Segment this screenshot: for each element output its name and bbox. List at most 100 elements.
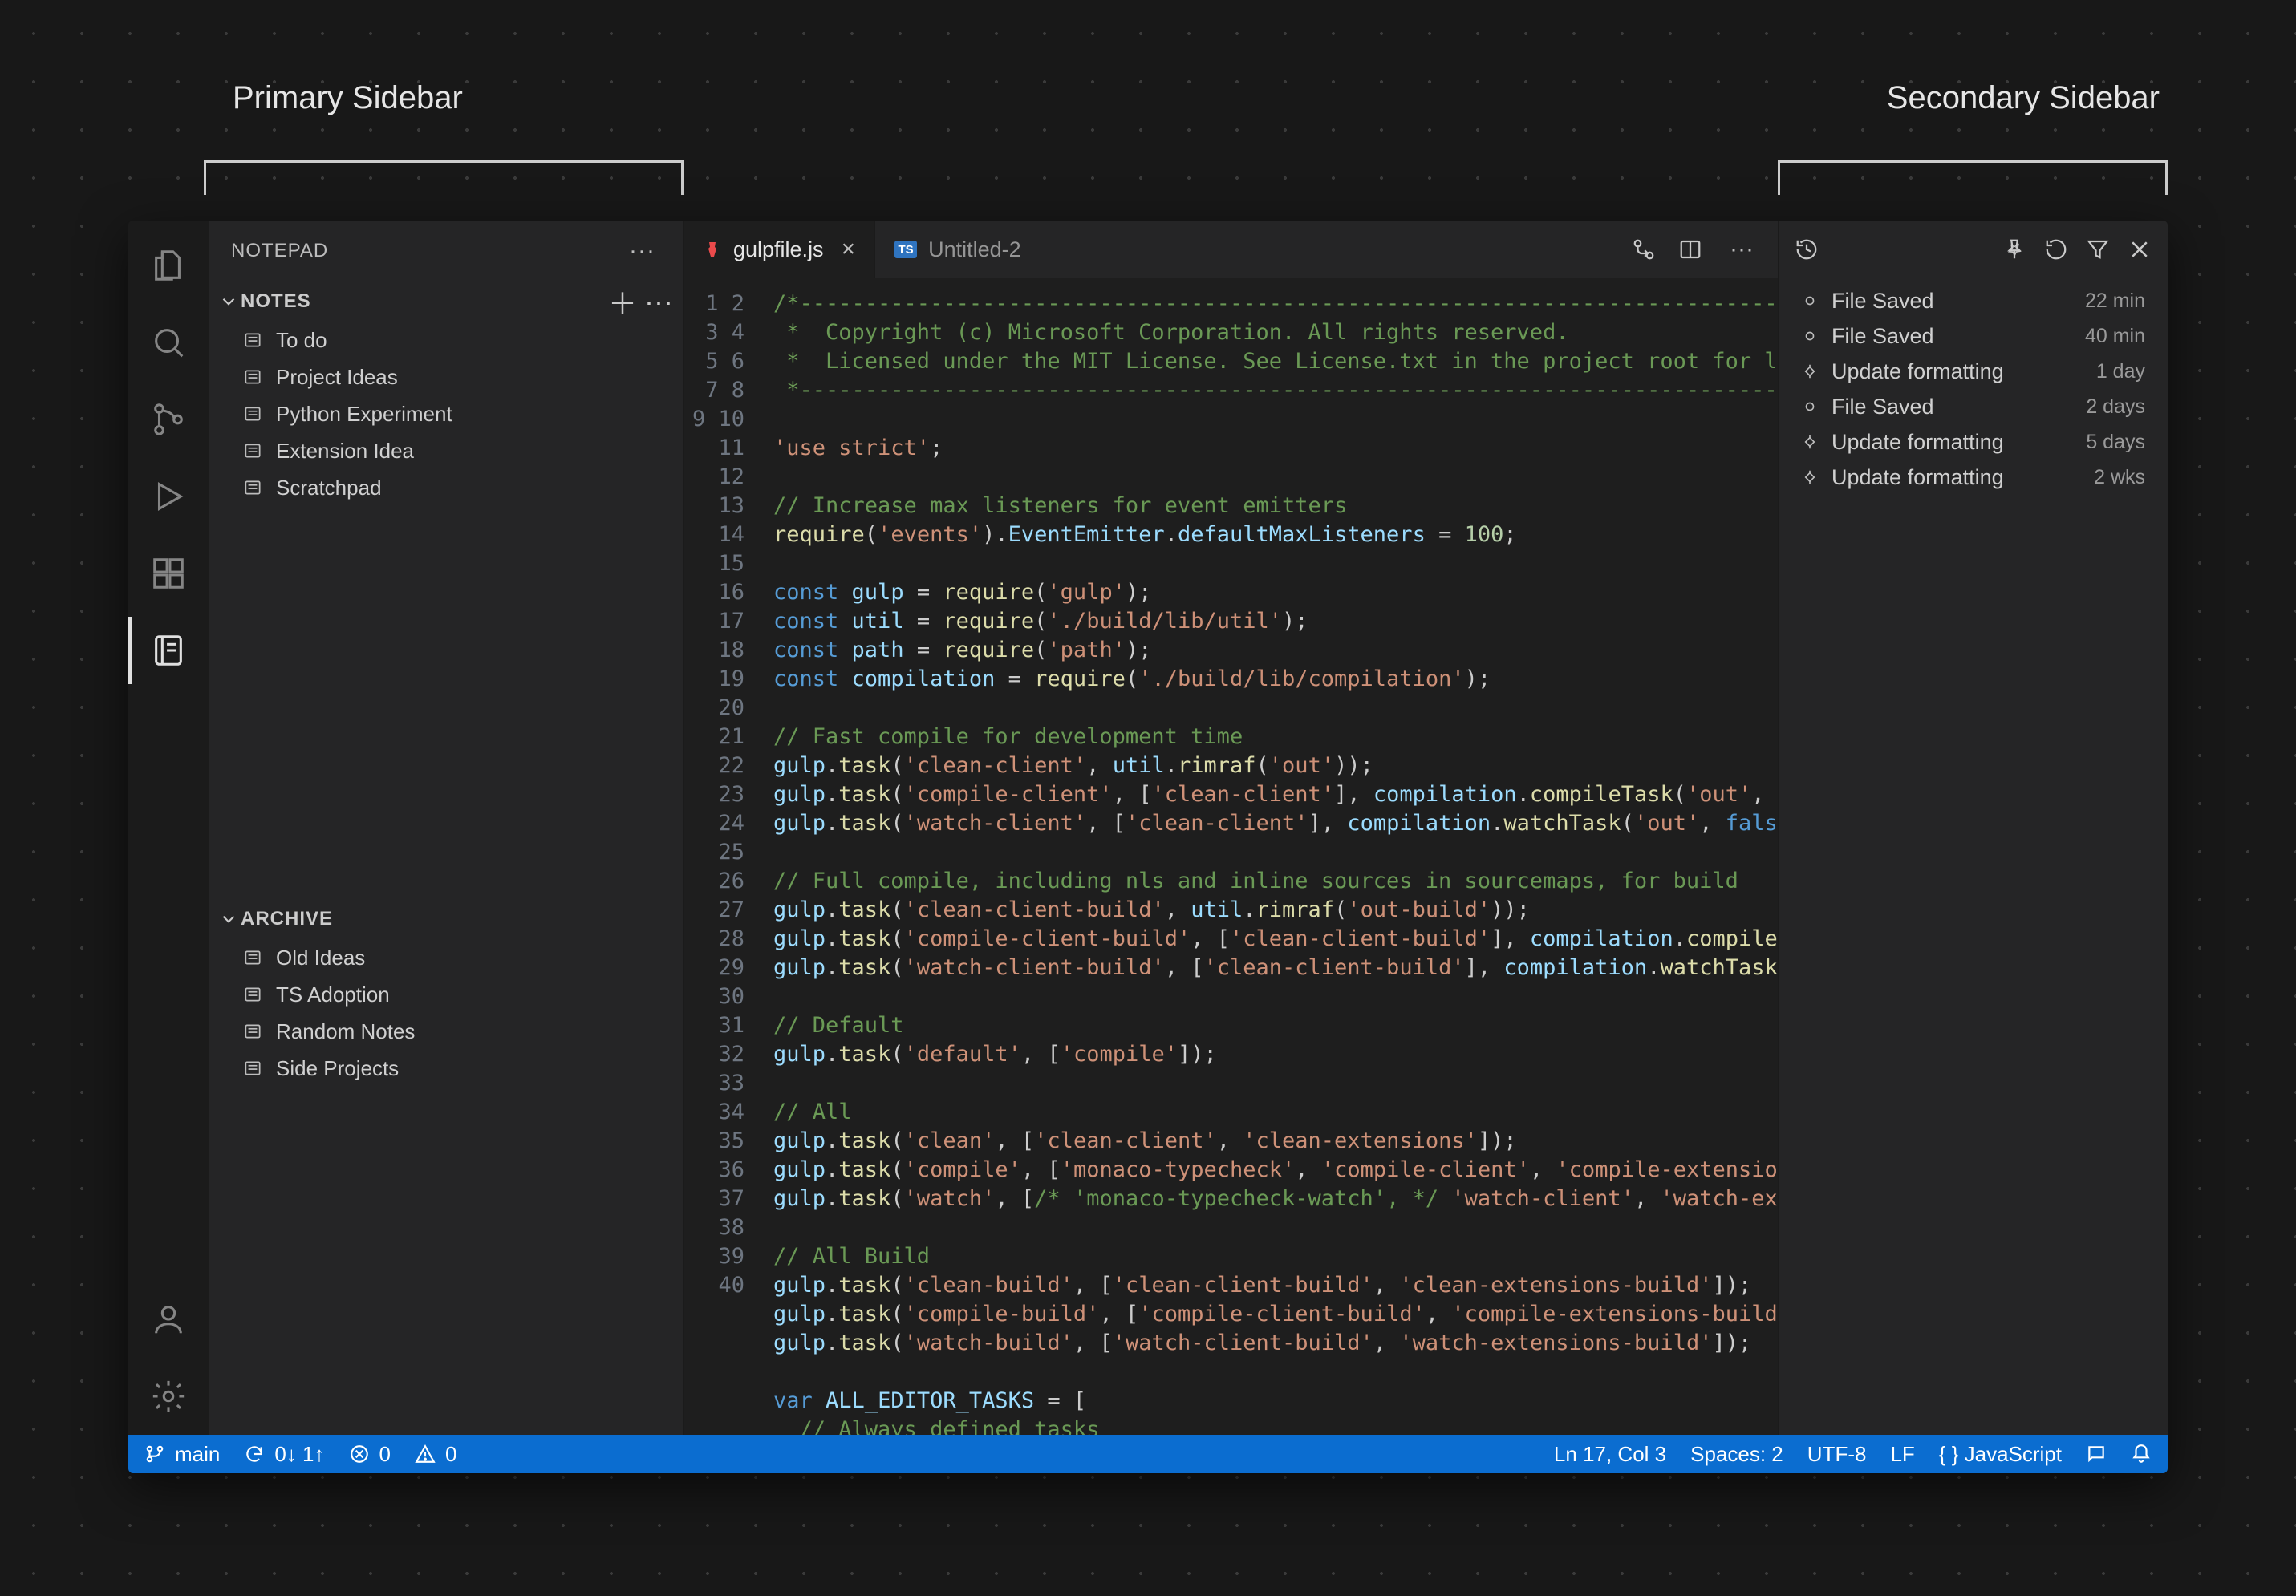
split-editor-icon[interactable] [1678, 237, 1702, 261]
timeline-label: File Saved [1832, 289, 1934, 314]
timeline-when: 40 min [2085, 325, 2145, 348]
status-branch[interactable]: main [144, 1442, 220, 1467]
note-icon [242, 403, 265, 424]
timeline-item[interactable]: File Saved 40 min [1779, 318, 2168, 354]
section-title: ARCHIVE [241, 908, 333, 930]
list-item[interactable]: TS Adoption [209, 976, 683, 1013]
sidebar-title: NOTEPAD [231, 240, 328, 262]
extensions-icon[interactable] [128, 535, 209, 612]
secondary-sidebar: File Saved 22 min File Saved 40 min Update f… [1778, 221, 2168, 1435]
list-item[interactable]: Extension Idea [209, 432, 683, 469]
list-item-label: Side Projects [276, 1056, 399, 1081]
list-item-label: To do [276, 328, 327, 353]
close-icon[interactable] [2128, 237, 2152, 261]
tab-more-icon[interactable]: ··· [1725, 236, 1759, 263]
list-item-label: Extension Idea [276, 439, 414, 464]
section-header[interactable]: NOTES ＋··· [209, 282, 683, 322]
commit-icon [1801, 470, 1819, 484]
compare-changes-icon[interactable] [1632, 237, 1656, 261]
list-item[interactable]: To do [209, 322, 683, 358]
close-icon[interactable]: × [842, 236, 856, 263]
sidebar-title-row: NOTEPAD ··· [209, 221, 683, 282]
list-item-label: Scratchpad [276, 476, 382, 500]
status-bar: main 0↓ 1↑ 0 0 Ln 17, Col 3 Spaces: 2 UT… [128, 1435, 2168, 1473]
primary-sidebar: NOTEPAD ··· NOTES＋···To doProject IdeasP… [209, 221, 684, 1435]
note-icon [242, 440, 265, 461]
chevron-down-icon [217, 291, 241, 312]
accounts-icon[interactable] [128, 1281, 209, 1358]
search-icon[interactable] [128, 304, 209, 381]
pin-icon[interactable] [2002, 237, 2026, 261]
files-icon[interactable] [128, 227, 209, 304]
add-note-icon[interactable]: ＋ [606, 281, 639, 322]
note-icon [242, 330, 265, 350]
timeline-icon [1795, 237, 1819, 261]
status-spaces[interactable]: Spaces: 2 [1690, 1442, 1783, 1467]
timeline-when: 2 days [2086, 395, 2145, 419]
timeline-item[interactable]: Update formatting2 wks [1779, 460, 2168, 495]
note-icon [242, 984, 265, 1005]
timeline-label: Update formatting [1832, 430, 2004, 455]
code-editor[interactable]: 1 2 3 4 5 6 7 8 9 10 11 12 13 14 15 16 1… [684, 278, 1778, 1435]
timeline-when: 2 wks [2094, 466, 2145, 489]
timeline-when: 5 days [2086, 431, 2145, 454]
status-feedback-icon[interactable] [2086, 1444, 2107, 1464]
status-warnings[interactable]: 0 [415, 1442, 456, 1467]
timeline-label: Update formatting [1832, 359, 2004, 384]
status-bell-icon[interactable] [2131, 1444, 2152, 1464]
timeline-item[interactable]: Update formatting 5 days [1779, 424, 2168, 460]
list-item[interactable]: Random Notes [209, 1013, 683, 1050]
vscode-window: NOTEPAD ··· NOTES＋···To doProject IdeasP… [128, 221, 2168, 1473]
list-item[interactable]: Old Ideas [209, 939, 683, 976]
commit-icon [1801, 364, 1819, 379]
filter-icon[interactable] [2086, 237, 2110, 261]
list-item[interactable]: Project Ideas [209, 358, 683, 395]
note-icon [242, 1021, 265, 1042]
timeline-item[interactable]: File Saved 22 min [1779, 283, 2168, 318]
list-item-label: Python Experiment [276, 402, 452, 427]
line-gutter: 1 2 3 4 5 6 7 8 9 10 11 12 13 14 15 16 1… [684, 278, 759, 1435]
manage-gear-icon[interactable] [128, 1358, 209, 1435]
status-sync[interactable]: 0↓ 1↑ [244, 1442, 324, 1467]
note-icon [242, 1058, 265, 1079]
code-content: /*--------------------------------------… [759, 278, 1778, 1435]
editor-tab[interactable]: gulpfile.js × [684, 221, 875, 278]
run-debug-icon[interactable] [128, 458, 209, 535]
list-item[interactable]: Scratchpad [209, 469, 683, 506]
note-icon [242, 477, 265, 498]
editor-area: gulpfile.js × TSUntitled-2 ··· 1 2 3 4 5 6… [684, 221, 1778, 1435]
list-item[interactable]: Python Experiment [209, 395, 683, 432]
section-title: NOTES [241, 290, 311, 313]
timeline-label: File Saved [1832, 395, 1934, 419]
save-icon [1801, 294, 1819, 308]
status-encoding[interactable]: UTF-8 [1807, 1442, 1867, 1467]
section-header[interactable]: ARCHIVE [209, 899, 683, 939]
tab-actions: ··· [1632, 221, 1778, 278]
list-item-label: Project Ideas [276, 365, 398, 390]
refresh-icon[interactable] [2044, 237, 2068, 261]
timeline-label: File Saved [1832, 324, 1934, 349]
source-control-icon[interactable] [128, 381, 209, 458]
timeline-item[interactable]: File Saved 2 days [1779, 389, 2168, 424]
status-language[interactable]: { } JavaScript [1939, 1442, 2062, 1467]
status-cursor[interactable]: Ln 17, Col 3 [1554, 1442, 1666, 1467]
note-icon [242, 947, 265, 968]
section-more-icon[interactable]: ··· [639, 285, 673, 318]
tab-bar: gulpfile.js × TSUntitled-2 ··· [684, 221, 1778, 278]
timeline-item[interactable]: Update formatting1 day [1779, 354, 2168, 389]
tab-label: Untitled-2 [928, 237, 1021, 262]
notepad-icon[interactable] [128, 612, 209, 689]
chevron-down-icon [217, 909, 241, 930]
note-icon [242, 367, 265, 387]
tab-label: gulpfile.js [733, 237, 824, 262]
timeline-header [1779, 221, 2168, 278]
timeline-when: 22 min [2085, 290, 2145, 313]
sidebar-more-icon[interactable]: ··· [624, 237, 660, 265]
editor-tab[interactable]: TSUntitled-2 [875, 221, 1041, 278]
status-eol[interactable]: LF [1890, 1442, 1914, 1467]
status-errors[interactable]: 0 [349, 1442, 391, 1467]
save-icon [1801, 329, 1819, 343]
save-icon [1801, 399, 1819, 414]
list-item[interactable]: Side Projects [209, 1050, 683, 1087]
gulp-icon [703, 240, 722, 259]
